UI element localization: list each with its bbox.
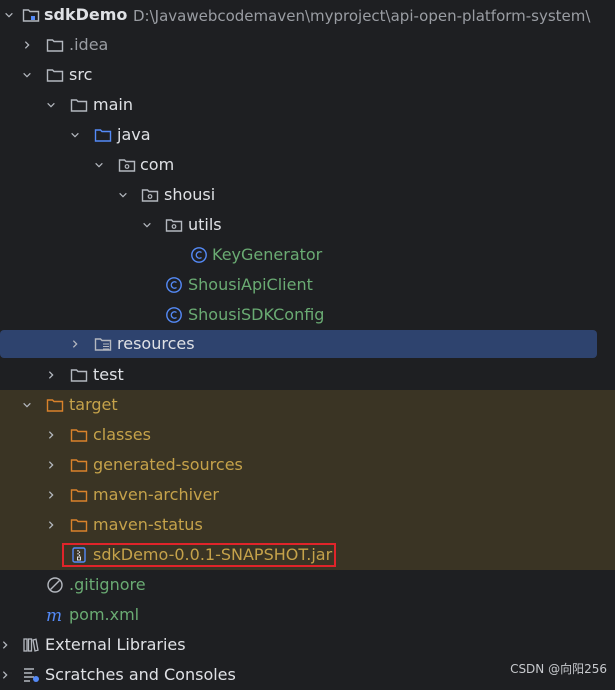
tree-row-generated-sources[interactable]: generated-sources: [0, 450, 615, 480]
chevron-down-icon[interactable]: [70, 130, 80, 140]
chevron-down-icon[interactable]: [46, 100, 56, 110]
chevron-down-icon[interactable]: [22, 70, 32, 80]
project-name: sdkDemo: [44, 5, 128, 24]
tree-row-idea[interactable]: .idea: [0, 30, 615, 60]
module-folder-icon: [22, 6, 40, 24]
tree-label: java: [117, 125, 151, 144]
class-icon: [165, 306, 183, 324]
tree-row-com[interactable]: com: [0, 150, 615, 180]
excluded-folder-icon: [70, 486, 88, 504]
tree-label: classes: [93, 425, 151, 444]
tree-label: maven-status: [93, 515, 203, 534]
chevron-right-icon[interactable]: [0, 640, 10, 650]
annotation-highlight-box: [62, 543, 336, 567]
excluded-folder-icon: [70, 426, 88, 444]
tree-row-test[interactable]: test: [0, 360, 615, 390]
tree-row-external-libraries[interactable]: External Libraries: [0, 630, 615, 660]
tree-label: .gitignore: [69, 575, 146, 594]
chevron-right-icon[interactable]: [70, 339, 80, 349]
class-icon: [165, 276, 183, 294]
tree-row-resources[interactable]: resources: [0, 329, 615, 359]
tree-row-pom[interactable]: m pom.xml: [0, 600, 615, 630]
maven-icon: m: [46, 606, 64, 624]
tree-label: maven-archiver: [93, 485, 219, 504]
watermark: CSDN @向阳256: [510, 662, 607, 676]
tree-row-sdk-config[interactable]: ShousiSDKConfig: [0, 300, 615, 330]
project-path: D:\Javawebcodemaven\myproject\api-open-p…: [133, 7, 591, 25]
project-tree: sdkDemo D:\Javawebcodemaven\myproject\ap…: [0, 0, 615, 684]
chevron-down-icon[interactable]: [142, 220, 152, 230]
chevron-right-icon[interactable]: [46, 490, 56, 500]
tree-label: src: [69, 65, 93, 84]
class-icon: [190, 246, 208, 264]
tree-label: main: [93, 95, 133, 114]
chevron-down-icon[interactable]: [118, 190, 128, 200]
tree-label: com: [140, 155, 175, 174]
tree-row-target[interactable]: target: [0, 390, 615, 420]
tree-row-key-generator[interactable]: KeyGenerator: [0, 240, 615, 270]
tree-row-api-client[interactable]: ShousiApiClient: [0, 270, 615, 300]
chevron-right-icon[interactable]: [46, 370, 56, 380]
svg-text:m: m: [46, 606, 62, 624]
tree-row-src[interactable]: src: [0, 60, 615, 90]
tree-label: KeyGenerator: [212, 245, 323, 264]
tree-label: generated-sources: [93, 455, 243, 474]
tree-row-gitignore[interactable]: .gitignore: [0, 570, 615, 600]
tree-row-maven-status[interactable]: maven-status: [0, 510, 615, 540]
tree-label: target: [69, 395, 118, 414]
tree-row-utils[interactable]: utils: [0, 210, 615, 240]
package-icon: [141, 186, 159, 204]
tree-row-main[interactable]: main: [0, 90, 615, 120]
chevron-right-icon[interactable]: [46, 460, 56, 470]
tree-row-classes[interactable]: classes: [0, 420, 615, 450]
chevron-right-icon[interactable]: [46, 520, 56, 530]
excluded-folder-icon: [70, 516, 88, 534]
tree-row-maven-archiver[interactable]: maven-archiver: [0, 480, 615, 510]
chevron-right-icon[interactable]: [0, 670, 10, 680]
tree-label: pom.xml: [69, 605, 140, 624]
source-folder-icon: [94, 126, 112, 144]
tree-label: resources: [117, 334, 195, 353]
selection-highlight: [0, 330, 597, 358]
resources-folder-icon: [94, 335, 112, 353]
tree-label: test: [93, 365, 124, 384]
excluded-folder-icon: [46, 396, 64, 414]
folder-icon: [46, 36, 64, 54]
tree-row-sdkdemo[interactable]: sdkDemo D:\Javawebcodemaven\myproject\ap…: [0, 0, 615, 30]
tree-label: ShousiApiClient: [188, 275, 313, 294]
folder-icon: [70, 366, 88, 384]
tree-label: utils: [188, 215, 222, 234]
scratches-icon: [22, 666, 40, 684]
tree-label: .idea: [69, 35, 109, 54]
tree-label: Scratches and Consoles: [45, 665, 236, 684]
tree-label: shousi: [164, 185, 216, 204]
folder-icon: [46, 66, 64, 84]
chevron-down-icon[interactable]: [94, 160, 104, 170]
chevron-down-icon[interactable]: [4, 10, 14, 20]
ignore-file-icon: [46, 576, 64, 594]
excluded-folder-icon: [70, 456, 88, 474]
package-icon: [165, 216, 183, 234]
chevron-right-icon[interactable]: [46, 430, 56, 440]
package-icon: [118, 156, 136, 174]
chevron-down-icon[interactable]: [22, 400, 32, 410]
tree-label: External Libraries: [45, 635, 186, 654]
tree-row-java[interactable]: java: [0, 120, 615, 150]
chevron-right-icon[interactable]: [22, 40, 32, 50]
library-icon: [22, 636, 40, 654]
tree-label: ShousiSDKConfig: [188, 305, 325, 324]
tree-row-shousi[interactable]: shousi: [0, 180, 615, 210]
folder-icon: [70, 96, 88, 114]
